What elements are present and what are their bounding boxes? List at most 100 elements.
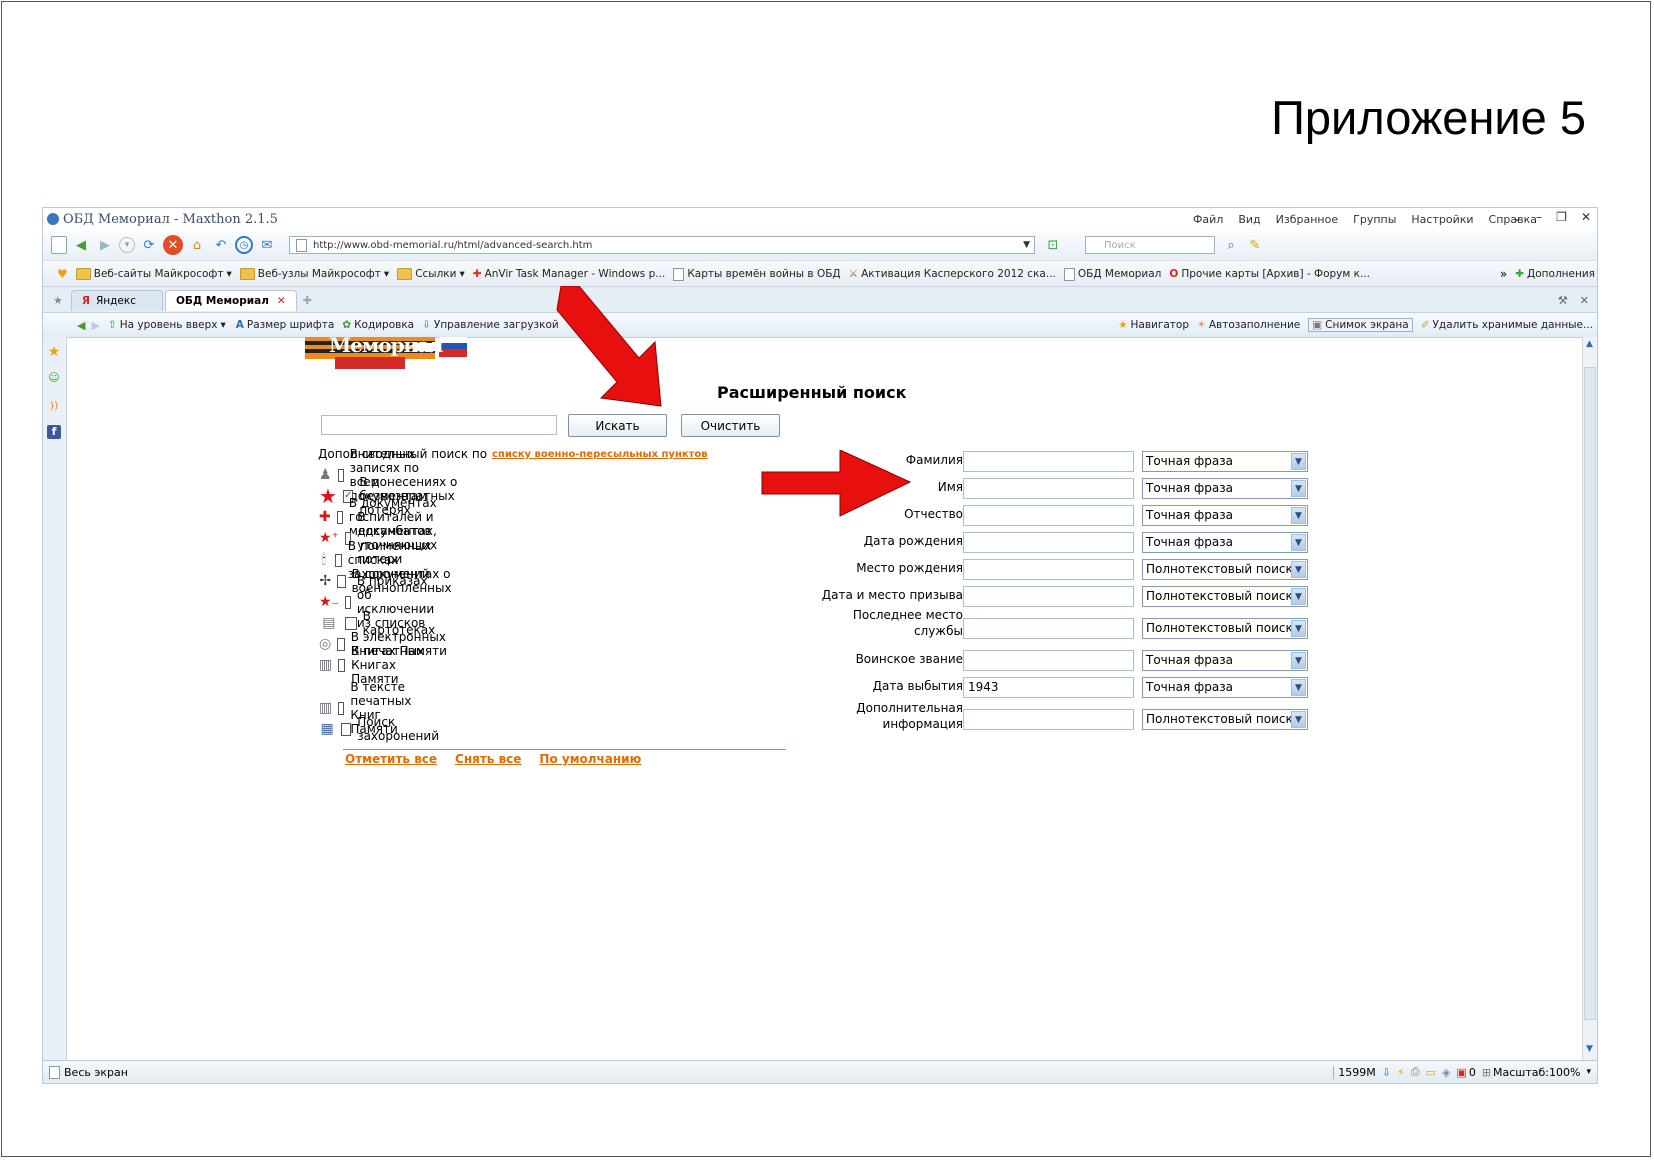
stop-icon[interactable]: ✕ xyxy=(163,235,183,255)
folder-status-icon[interactable]: ▭ xyxy=(1426,1066,1436,1079)
contacts-icon[interactable]: ☺ xyxy=(47,371,61,385)
name-input[interactable] xyxy=(963,478,1134,499)
home-icon[interactable]: ⌂ xyxy=(187,235,207,255)
bookmark-microsoft-nodes[interactable]: Веб-узлы Майкрософт ▾ xyxy=(239,268,389,280)
close-icon[interactable]: ✕ xyxy=(1581,210,1591,224)
address-bar[interactable]: http://www.obd-memorial.ru/html/advanced… xyxy=(289,236,1035,254)
download-status-icon[interactable]: ⇩ xyxy=(1382,1066,1391,1079)
scroll-down-icon[interactable]: ▼ xyxy=(1586,1044,1593,1054)
patronymic-mode-select[interactable]: Точная фраза ▼ xyxy=(1142,505,1308,526)
menu-groups[interactable]: Группы xyxy=(1353,213,1396,226)
checkbox[interactable] xyxy=(337,637,345,651)
autofill-button[interactable]: ✶ Автозаполнение xyxy=(1197,319,1300,331)
downloads-button[interactable]: ⇩ Управление загрузкой xyxy=(422,319,559,331)
last-service-input[interactable] xyxy=(963,618,1134,639)
default-link[interactable]: По умолчанию xyxy=(539,752,641,766)
bookmark-links[interactable]: Ссылки ▾ xyxy=(397,268,465,280)
encoding-button[interactable]: ✿ Кодировка xyxy=(342,319,414,331)
patronymic-input[interactable] xyxy=(963,505,1134,526)
tools-icon[interactable]: ⚒ xyxy=(1558,294,1568,307)
deselect-all-link[interactable]: Снять все xyxy=(455,752,521,766)
checkbox[interactable] xyxy=(338,658,346,672)
font-size-button[interactable]: A Размер шрифта xyxy=(236,319,335,331)
checkbox[interactable] xyxy=(344,595,351,609)
conscription-input[interactable] xyxy=(963,586,1134,607)
checkbox[interactable] xyxy=(344,616,357,630)
tab-yandex[interactable]: Я Яндекс xyxy=(70,289,163,311)
more-bookmarks-icon[interactable]: » xyxy=(1500,267,1507,281)
level-up-button[interactable]: ⇧ На уровень вверх ▾ xyxy=(108,319,226,331)
new-tab-icon[interactable] xyxy=(51,236,67,254)
restore-icon[interactable]: ❐ xyxy=(1556,210,1567,224)
search-icon[interactable]: ⌕ xyxy=(1221,235,1241,255)
rss-icon[interactable]: )) xyxy=(47,399,61,413)
address-dropdown-icon[interactable]: ▼ xyxy=(1023,240,1030,250)
bookmark-obd-memorial[interactable]: ОБД Мемориал xyxy=(1063,267,1161,281)
lightning-icon[interactable]: ⚡ xyxy=(1397,1066,1405,1079)
conscription-mode-select[interactable]: Полнотекстовый поиск ▼ xyxy=(1142,586,1308,607)
menu-file[interactable]: Файл xyxy=(1193,213,1223,226)
birth-place-mode-select[interactable]: Полнотекстовый поиск ▼ xyxy=(1142,559,1308,580)
refresh-icon[interactable]: ⟳ xyxy=(139,235,159,255)
menu-settings[interactable]: Настройки xyxy=(1411,213,1473,226)
tab-menu-icon[interactable]: ★ xyxy=(53,294,63,307)
menu-favorites[interactable]: Избранное xyxy=(1276,213,1338,226)
bookmark-anvir[interactable]: ✚ AnVir Task Manager - Windows р... xyxy=(473,268,666,280)
go-icon[interactable]: ⊡ xyxy=(1043,235,1063,255)
tab-obd-memorial[interactable]: ОБД Мемориал ✕ xyxy=(164,289,297,311)
additional-info-mode-select[interactable]: Полнотекстовый поиск ▼ xyxy=(1142,709,1308,730)
departure-date-input[interactable]: 1943 xyxy=(963,677,1134,698)
checkbox[interactable] xyxy=(338,701,345,715)
back-small-icon[interactable]: ◀ xyxy=(77,319,85,332)
name-mode-select[interactable]: Точная фраза ▼ xyxy=(1142,478,1308,499)
birth-date-input[interactable] xyxy=(963,532,1134,553)
new-tab-plus-icon[interactable]: ✚ xyxy=(303,294,312,307)
clear-data-button[interactable]: ✐ Удалить хранимые данные... xyxy=(1421,319,1593,331)
surname-input[interactable] xyxy=(963,451,1134,472)
facebook-icon[interactable]: f xyxy=(47,425,61,439)
favorites-heart-icon[interactable]: ♥ xyxy=(57,267,68,281)
back-icon[interactable]: ◀ xyxy=(71,235,91,255)
zoom-icon[interactable]: ⊞ xyxy=(1482,1066,1491,1079)
main-search-input[interactable] xyxy=(321,415,557,435)
forward-small-icon[interactable]: ▶ xyxy=(91,319,99,332)
checkbox[interactable] xyxy=(336,510,343,524)
birth-place-input[interactable] xyxy=(963,559,1134,580)
bookmark-war-maps[interactable]: Карты времён войны в ОБД xyxy=(673,267,841,281)
screenshot-button[interactable]: ▣ Снимок экрана xyxy=(1308,318,1413,332)
favorites-star-icon[interactable]: ★ xyxy=(47,345,61,359)
checkbox[interactable] xyxy=(337,574,346,588)
vertical-scrollbar[interactable]: ▲ ▼ xyxy=(1582,337,1597,1060)
addons-button[interactable]: ✚ Дополнения xyxy=(1515,268,1595,280)
print-icon[interactable]: ⎙ xyxy=(1411,1065,1420,1079)
bookmark-kaspersky[interactable]: ⚔ Активация Касперского 2012 ска... xyxy=(849,268,1056,280)
transit-points-link[interactable]: списку военно-пересыльных пунктов xyxy=(492,449,708,460)
checkbox[interactable] xyxy=(334,553,342,567)
zoom-level[interactable]: Масштаб:100% xyxy=(1493,1066,1580,1079)
checkbox[interactable] xyxy=(341,722,352,736)
select-all-link[interactable]: Отметить все xyxy=(345,752,437,766)
last-service-mode-select[interactable]: Полнотекстовый поиск ▼ xyxy=(1142,618,1308,639)
highlight-icon[interactable]: ✎ xyxy=(1245,235,1265,255)
bookmark-other-maps[interactable]: O Прочие карты [Архив] - Форум к... xyxy=(1169,268,1370,280)
checkbox[interactable] xyxy=(337,468,344,482)
scrollbar-thumb[interactable] xyxy=(1584,367,1596,1020)
scroll-up-icon[interactable]: ▲ xyxy=(1586,339,1593,349)
undo-close-icon[interactable]: ↶ xyxy=(211,235,231,255)
navigator-button[interactable]: ★ Навигатор xyxy=(1118,319,1189,331)
rank-mode-select[interactable]: Точная фраза ▼ xyxy=(1142,650,1308,671)
security-icon[interactable]: ◈ xyxy=(1442,1066,1450,1079)
zoom-dropdown-icon[interactable]: ▾ xyxy=(1586,1067,1591,1077)
clear-button[interactable]: Очистить xyxy=(681,414,780,437)
minimize-icon[interactable]: – xyxy=(1536,210,1542,224)
rank-input[interactable] xyxy=(963,650,1134,671)
tab-close-icon[interactable]: ✕ xyxy=(277,295,286,307)
surname-mode-select[interactable]: Точная фраза ▼ xyxy=(1142,451,1308,472)
mail-icon[interactable]: ✉ xyxy=(257,235,277,255)
chevron-down-icon[interactable]: ⌄ xyxy=(1512,210,1522,224)
close-all-icon[interactable]: ✕ xyxy=(1580,294,1589,307)
search-button[interactable]: Искать xyxy=(568,414,667,437)
source-item[interactable]: ▦ Поиск захоронений xyxy=(319,715,448,743)
forward-icon[interactable]: ▶ xyxy=(95,235,115,255)
bookmark-microsoft-sites[interactable]: Веб-сайты Майкрософт ▾ xyxy=(75,268,232,280)
